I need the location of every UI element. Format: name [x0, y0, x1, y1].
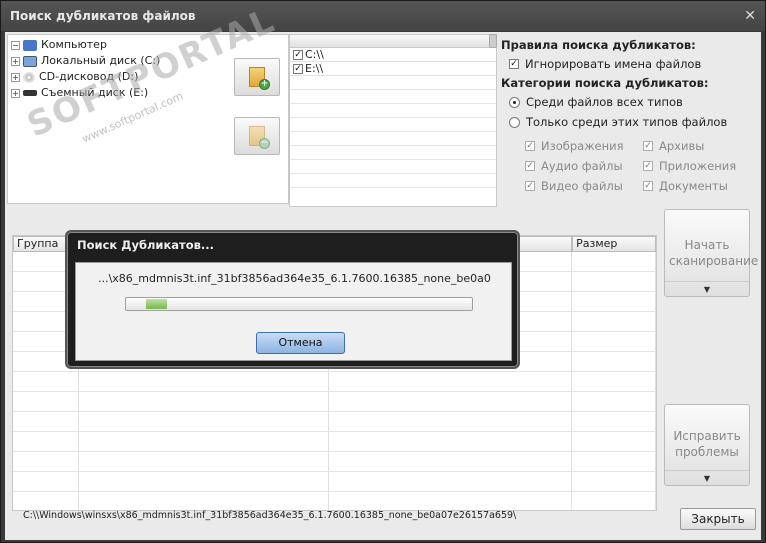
only-these-label: Только среди этих типов файлов [526, 115, 728, 129]
checkbox-checked-icon[interactable]: ✓ [643, 141, 653, 151]
ignore-names-label: Игнорировать имена файлов [525, 57, 702, 71]
search-progress-dialog: Поиск Дубликатов... ...\x86_mdmnis3t.inf… [65, 230, 520, 369]
expand-icon[interactable]: + [11, 72, 20, 82]
checkbox-checked-icon[interactable]: ✓ [525, 161, 535, 171]
file-types-grid: ✓ Изображения ✓ Архивы ✓ Аудио файлы ✓ Прило… [525, 136, 759, 196]
fix-problems-label: Исправить проблемы [673, 429, 741, 459]
table-row [13, 392, 656, 412]
checkbox-checked-icon[interactable]: ✓ [525, 141, 535, 151]
start-scan-label: Начать сканирование [669, 238, 759, 268]
path-empty-row [290, 174, 496, 188]
removable-drive-icon [23, 90, 37, 96]
status-path: C:\\Windows\winsxs\x86_mdmnis3t.inf_31bf… [23, 510, 517, 521]
close-button[interactable]: Закрыть [680, 508, 756, 530]
dialog-body: ...\x86_mdmnis3t.inf_31bf3856ad364e35_6.… [75, 262, 512, 361]
table-row [13, 492, 656, 510]
add-folder-button[interactable]: + [234, 58, 280, 96]
type-archives[interactable]: ✓ Архивы [643, 136, 753, 156]
column-size[interactable]: Размер [572, 236, 656, 252]
checkbox-checked-icon[interactable]: ✓ [643, 181, 653, 191]
type-label: Аудио файлы [541, 159, 623, 173]
paths-header [290, 35, 496, 48]
app-window: Поиск дубликатов файлов ✕ − Компьютер + … [0, 0, 766, 543]
type-apps[interactable]: ✓ Приложения [643, 156, 753, 176]
split-divider [665, 470, 749, 471]
tree-item-label: CD-дисковод (D:) [39, 70, 139, 83]
among-all-label: Среди файлов всех типов [526, 95, 683, 109]
checkbox-checked-icon[interactable]: ✓ [509, 59, 519, 69]
progress-bar [125, 297, 473, 311]
title-bar: Поиск дубликатов файлов ✕ [1, 1, 765, 31]
tree-item-computer[interactable]: − Компьютер [11, 37, 285, 53]
type-audio[interactable]: ✓ Аудио файлы [525, 156, 643, 176]
path-empty-row [290, 90, 496, 104]
path-empty-row [290, 76, 496, 90]
path-empty-row [290, 160, 496, 174]
table-row [13, 432, 656, 452]
type-label: Видео файлы [541, 179, 623, 193]
window-title: Поиск дубликатов файлов [10, 9, 196, 23]
progress-fill [146, 299, 167, 309]
paths-scroll-thumb[interactable] [489, 34, 497, 48]
folder-remove-icon: − [249, 126, 270, 149]
current-file: ...\x86_mdmnis3t.inf_31bf3856ad364e35_6.… [98, 272, 491, 285]
path-empty-row [290, 146, 496, 160]
path-item-c[interactable]: ✓ C:\\ [290, 48, 496, 62]
among-all-radio[interactable]: Среди файлов всех типов [509, 92, 759, 112]
checkbox-checked-icon[interactable]: ✓ [293, 49, 303, 60]
type-label: Приложения [659, 159, 737, 173]
split-divider [665, 281, 749, 282]
only-these-radio[interactable]: Только среди этих типов файлов [509, 112, 759, 132]
type-video[interactable]: ✓ Видео файлы [525, 176, 643, 196]
selected-paths-list[interactable]: ✓ C:\\ ✓ E:\\ [289, 34, 497, 207]
type-label: Архивы [659, 139, 705, 153]
start-scan-button[interactable]: Начать сканирование ▼ [664, 209, 759, 297]
rules-title: Правила поиска дубликатов: [501, 38, 696, 52]
categories-title: Категории поиска дубликатов: [501, 76, 709, 90]
expand-icon[interactable]: + [11, 88, 20, 98]
type-label: Документы [659, 179, 728, 193]
type-images[interactable]: ✓ Изображения [525, 136, 643, 156]
checkbox-checked-icon[interactable]: ✓ [643, 161, 653, 171]
table-row [13, 412, 656, 432]
remove-folder-button[interactable]: − [234, 117, 280, 155]
checkbox-checked-icon[interactable]: ✓ [525, 181, 535, 191]
collapse-icon[interactable]: − [11, 40, 20, 50]
expand-icon[interactable]: + [11, 56, 20, 66]
dropdown-arrow-icon[interactable]: ▼ [665, 285, 749, 294]
type-label: Изображения [541, 139, 624, 153]
path-item-e[interactable]: ✓ E:\\ [290, 62, 496, 76]
cancel-button[interactable]: Отмена [256, 332, 345, 354]
dialog-title: Поиск Дубликатов... [77, 238, 214, 252]
hard-drive-icon [23, 55, 37, 67]
path-label: C:\\ [305, 47, 324, 61]
folder-add-icon: + [249, 67, 270, 90]
table-row [13, 372, 656, 392]
dropdown-arrow-icon[interactable]: ▼ [665, 474, 749, 483]
tree-item-label: Компьютер [41, 38, 107, 51]
path-empty-row [290, 132, 496, 146]
close-icon[interactable]: ✕ [744, 1, 756, 31]
path-empty-row [290, 118, 496, 132]
computer-icon [23, 39, 37, 51]
path-empty-row [290, 104, 496, 118]
path-label: E:\\ [305, 61, 324, 75]
tree-item-label: Съемный диск (E:) [41, 86, 149, 99]
search-rules-panel: Правила поиска дубликатов: ✓ Игнорироват… [501, 36, 759, 208]
fix-problems-button[interactable]: Исправить проблемы ▼ [664, 404, 750, 486]
ignore-names-option[interactable]: ✓ Игнорировать имена файлов [509, 54, 759, 74]
table-row [13, 452, 656, 472]
radio-selected-icon[interactable] [509, 96, 520, 108]
cd-drive-icon [23, 71, 35, 83]
radio-empty-icon[interactable] [509, 116, 520, 128]
table-row [13, 472, 656, 492]
checkbox-checked-icon[interactable]: ✓ [293, 63, 303, 74]
type-docs[interactable]: ✓ Документы [643, 176, 753, 196]
tree-item-label: Локальный диск (C:) [41, 54, 161, 67]
